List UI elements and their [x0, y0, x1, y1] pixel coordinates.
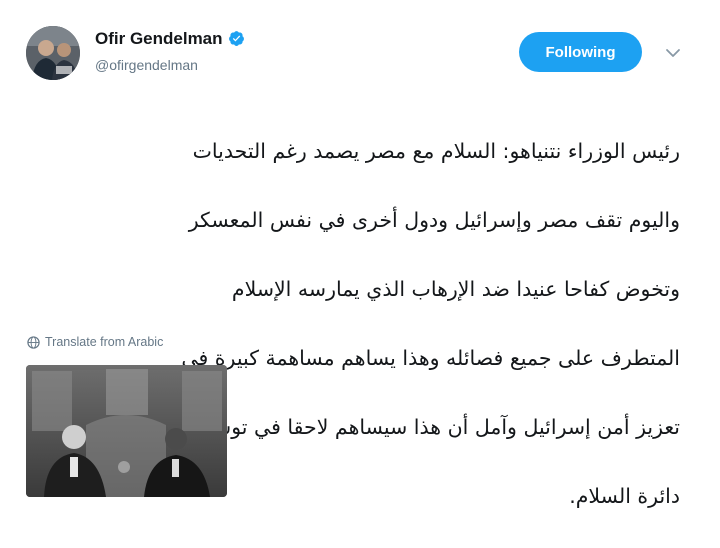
author-handle[interactable]: @ofirgendelman — [95, 57, 198, 73]
author-name[interactable]: Ofir Gendelman — [95, 29, 245, 49]
following-button[interactable]: Following — [519, 32, 642, 72]
avatar[interactable] — [26, 26, 80, 80]
tweet-photo[interactable] — [26, 365, 227, 497]
photo-image — [26, 365, 227, 497]
globe-icon — [27, 335, 40, 349]
tweet-line: رئيس الوزراء نتنياهو: السلام مع مصر يصمد… — [192, 138, 680, 163]
translate-link[interactable]: Translate from Arabic — [27, 335, 163, 349]
verified-badge-icon — [228, 31, 244, 46]
tweet-line: وتخوض كفاحا عنيدا ضد الإرهاب الذي يمارسه… — [231, 276, 680, 301]
avatar-photo — [26, 26, 80, 80]
chevron-down-icon[interactable] — [664, 44, 682, 62]
translate-label[interactable]: Translate from Arabic — [45, 335, 163, 349]
author-name-text[interactable]: Ofir Gendelman — [95, 29, 223, 48]
tweet-line: واليوم تقف مصر وإسرائيل ودول أخرى في نفس… — [188, 207, 680, 232]
